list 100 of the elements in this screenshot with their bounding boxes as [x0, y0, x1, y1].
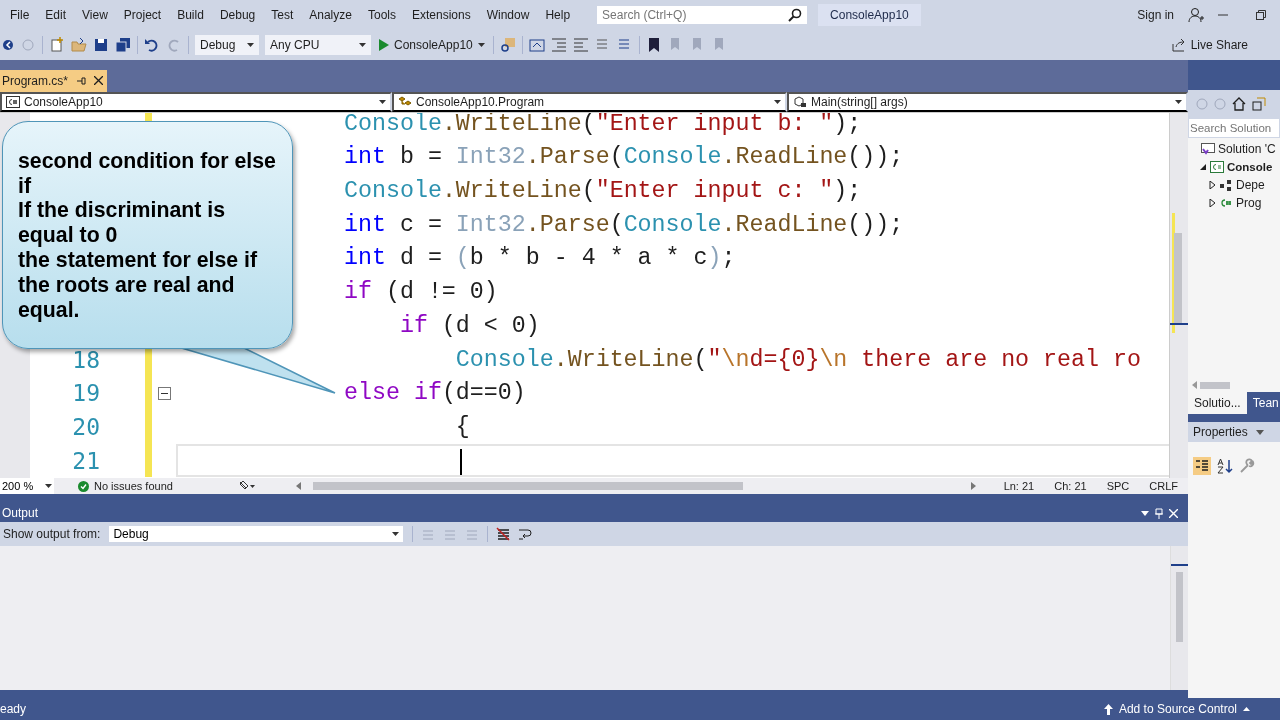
- line-number: 20: [72, 413, 100, 440]
- menu-item[interactable]: Analyze: [301, 8, 360, 22]
- collapse-icon[interactable]: [157, 386, 171, 400]
- vertical-scrollbar[interactable]: [1170, 546, 1188, 690]
- menu-item[interactable]: Project: [115, 8, 170, 22]
- categorized-icon[interactable]: [1193, 457, 1211, 475]
- solution-name: ConsoleApp10: [818, 4, 921, 26]
- member-dropdown[interactable]: Main(string[] args): [787, 91, 1188, 112]
- menu-item[interactable]: View: [74, 8, 116, 22]
- menu-item[interactable]: Build: [169, 8, 212, 22]
- project-icon: [1210, 161, 1224, 173]
- output-source-dropdown[interactable]: Debug: [108, 525, 405, 543]
- search-field[interactable]: Search (Ctrl+Q): [596, 5, 809, 25]
- clear-output-icon[interactable]: [496, 527, 511, 541]
- panel-title: Output: [2, 506, 39, 520]
- home-icon[interactable]: [1232, 97, 1246, 111]
- outdent-icon[interactable]: [572, 37, 589, 53]
- person-icon[interactable]: [1188, 7, 1204, 23]
- code-line: int b = Int32.Parse(Console.ReadLine());: [344, 144, 904, 171]
- save-icon[interactable]: [93, 37, 109, 53]
- horizontal-scrollbar[interactable]: [296, 482, 976, 490]
- new-item-icon[interactable]: [49, 37, 65, 53]
- text-cursor: [460, 448, 462, 475]
- menu-item[interactable]: Tools: [359, 8, 404, 22]
- back-icon[interactable]: [2, 37, 14, 53]
- pin-icon[interactable]: [76, 75, 87, 86]
- find-icon[interactable]: [499, 37, 516, 53]
- search-field[interactable]: Search Solution: [1188, 118, 1280, 138]
- type-dropdown[interactable]: ConsoleApp10.Program: [392, 91, 787, 112]
- up-arrow-icon: [1103, 703, 1113, 715]
- vertical-scrollbar[interactable]: [1169, 112, 1188, 478]
- line-number: 19: [72, 380, 100, 407]
- open-folder-icon[interactable]: [71, 37, 87, 53]
- wrench-icon[interactable]: [1239, 458, 1255, 474]
- column-position: Ch: 21: [1053, 480, 1088, 492]
- project-dropdown[interactable]: ConsoleApp10: [0, 91, 392, 112]
- document-tab[interactable]: Program.cs*: [0, 69, 108, 92]
- dropdown-icon[interactable]: [1255, 429, 1264, 435]
- scroll-left-icon[interactable]: [1192, 381, 1197, 389]
- line-number: 21: [72, 447, 100, 474]
- code-line: Console.WriteLine("\nd={0}\n there are no real ro: [454, 346, 1141, 373]
- menu-item[interactable]: Window: [478, 8, 538, 22]
- output-source-label: Show output from:: [3, 527, 101, 541]
- live-share-button[interactable]: Live Share: [1165, 37, 1254, 53]
- menu-item[interactable]: File: [2, 8, 38, 22]
- platform-dropdown[interactable]: Any CPU: [265, 35, 371, 55]
- scrollbar-thumb[interactable]: [1200, 381, 1230, 389]
- save-all-icon[interactable]: [115, 37, 131, 53]
- method-icon: [793, 95, 807, 108]
- restore-icon[interactable]: [1256, 10, 1266, 20]
- project-icon: [6, 95, 20, 108]
- issues-status: No issues found: [94, 480, 173, 492]
- code-line: Console.WriteLine("Enter input b: ");: [344, 112, 862, 137]
- sign-in-button[interactable]: Sign in: [1129, 8, 1182, 22]
- check-circle-icon: [78, 480, 89, 492]
- word-wrap-icon[interactable]: [518, 527, 533, 541]
- caret-up-icon: [1243, 707, 1250, 711]
- code-line: {: [454, 413, 470, 440]
- configuration-dropdown[interactable]: Debug: [195, 35, 259, 55]
- scroll-left-icon: [296, 482, 301, 490]
- caret-icon: [379, 99, 386, 104]
- tree-item[interactable]: Prog: [1188, 194, 1262, 212]
- sort-icon[interactable]: [1217, 458, 1233, 474]
- pin-icon[interactable]: [1155, 507, 1163, 519]
- start-button[interactable]: ConsoleApp10: [377, 38, 487, 52]
- caret-icon: [774, 99, 781, 104]
- close-icon[interactable]: [94, 76, 104, 86]
- switch-views-icon[interactable]: [1252, 97, 1266, 111]
- play-icon: [379, 39, 389, 51]
- dropdown-icon[interactable]: [1141, 510, 1149, 516]
- callout-text: second condition for else if If the discriminant is equal to 0 the statement for else if the roots are real and equal.: [18, 148, 277, 323]
- menu-item[interactable]: Edit: [37, 8, 75, 22]
- caret-icon: [359, 43, 366, 47]
- collapsed-arrow-icon[interactable]: [1208, 181, 1216, 189]
- line-ending: CRLF: [1148, 480, 1179, 492]
- tree-item[interactable]: Solution 'C: [1188, 140, 1276, 158]
- brush-icon[interactable]: [238, 480, 256, 492]
- collapsed-arrow-icon[interactable]: [1208, 199, 1216, 207]
- code-line: if (d < 0): [398, 312, 540, 339]
- code-line: int c = Int32.Parse(Console.ReadLine());: [344, 211, 904, 238]
- tree-item[interactable]: Console: [1188, 158, 1273, 176]
- share-icon: [1171, 38, 1186, 52]
- panel-title: Properties: [1193, 425, 1248, 439]
- zoom-dropdown[interactable]: 200 %: [0, 478, 54, 494]
- class-icon: [398, 95, 412, 108]
- menu-item[interactable]: Test: [263, 8, 302, 22]
- menu-item[interactable]: Help: [537, 8, 579, 22]
- caret-icon: [45, 484, 52, 488]
- source-control-button[interactable]: Add to Source Control: [1097, 701, 1256, 717]
- caret-icon: [247, 43, 254, 47]
- menu-item[interactable]: Debug: [211, 8, 264, 22]
- tree-item[interactable]: Depe: [1188, 176, 1265, 194]
- home-window-icon[interactable]: [528, 37, 545, 53]
- indent-icon[interactable]: [550, 37, 567, 53]
- code-file-icon: [1219, 197, 1233, 209]
- panel-tab[interactable]: Solutio...: [1188, 392, 1247, 414]
- undo-icon[interactable]: [144, 37, 160, 53]
- expanded-arrow-icon[interactable]: [1199, 163, 1207, 171]
- menu-item[interactable]: Extensions: [404, 8, 479, 22]
- code-line: int d = (b * b - 4 * a * c);: [344, 245, 736, 272]
